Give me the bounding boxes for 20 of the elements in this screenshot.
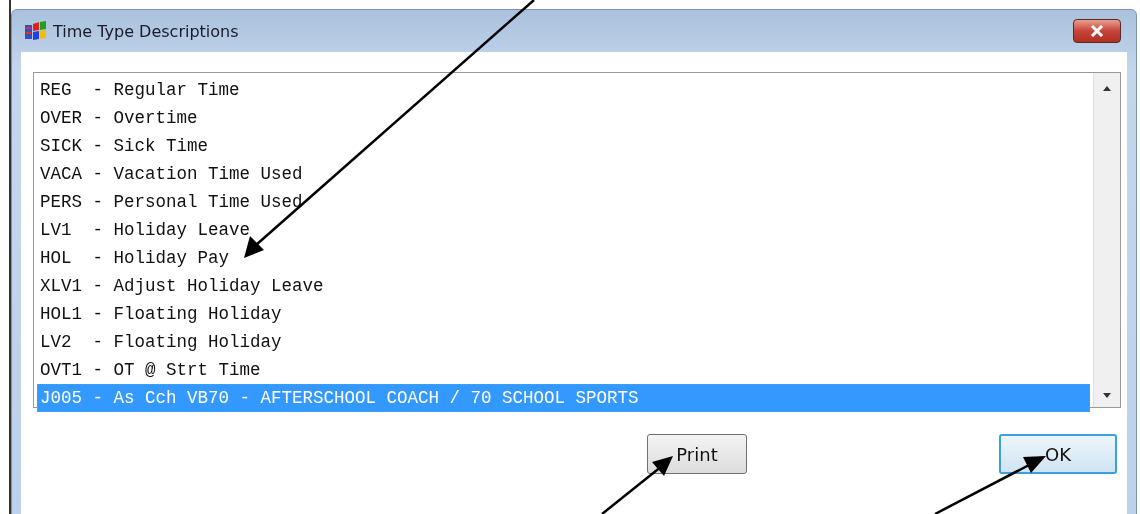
list-item[interactable]: LV1 - Holiday Leave (37, 216, 1090, 244)
ok-button[interactable]: OK (999, 434, 1117, 474)
close-icon (1089, 25, 1105, 37)
list-item[interactable]: PERS - Personal Time Used (37, 188, 1090, 216)
list-item[interactable]: XLV1 - Adjust Holiday Leave (37, 272, 1090, 300)
close-button[interactable] (1073, 19, 1121, 43)
list-item[interactable]: SICK - Sick Time (37, 132, 1090, 160)
list-item[interactable]: OVER - Overtime (37, 104, 1090, 132)
window-title: Time Type Descriptions (53, 21, 239, 41)
list-item[interactable]: LV2 - Floating Holiday (37, 328, 1090, 356)
scroll-down-icon[interactable] (1102, 393, 1112, 399)
scrollbar[interactable] (1093, 73, 1120, 407)
list-item[interactable]: REG - Regular Time (37, 76, 1090, 104)
list-item[interactable]: HOL - Holiday Pay (37, 244, 1090, 272)
list-item[interactable]: VACA - Vacation Time Used (37, 160, 1090, 188)
app-icon (25, 21, 47, 41)
scroll-up-icon[interactable] (1102, 85, 1112, 91)
list-item[interactable]: OVT1 - OT @ Strt Time (37, 356, 1090, 384)
print-button[interactable]: Print (647, 434, 747, 474)
list-item[interactable]: HOL1 - Floating Holiday (37, 300, 1090, 328)
